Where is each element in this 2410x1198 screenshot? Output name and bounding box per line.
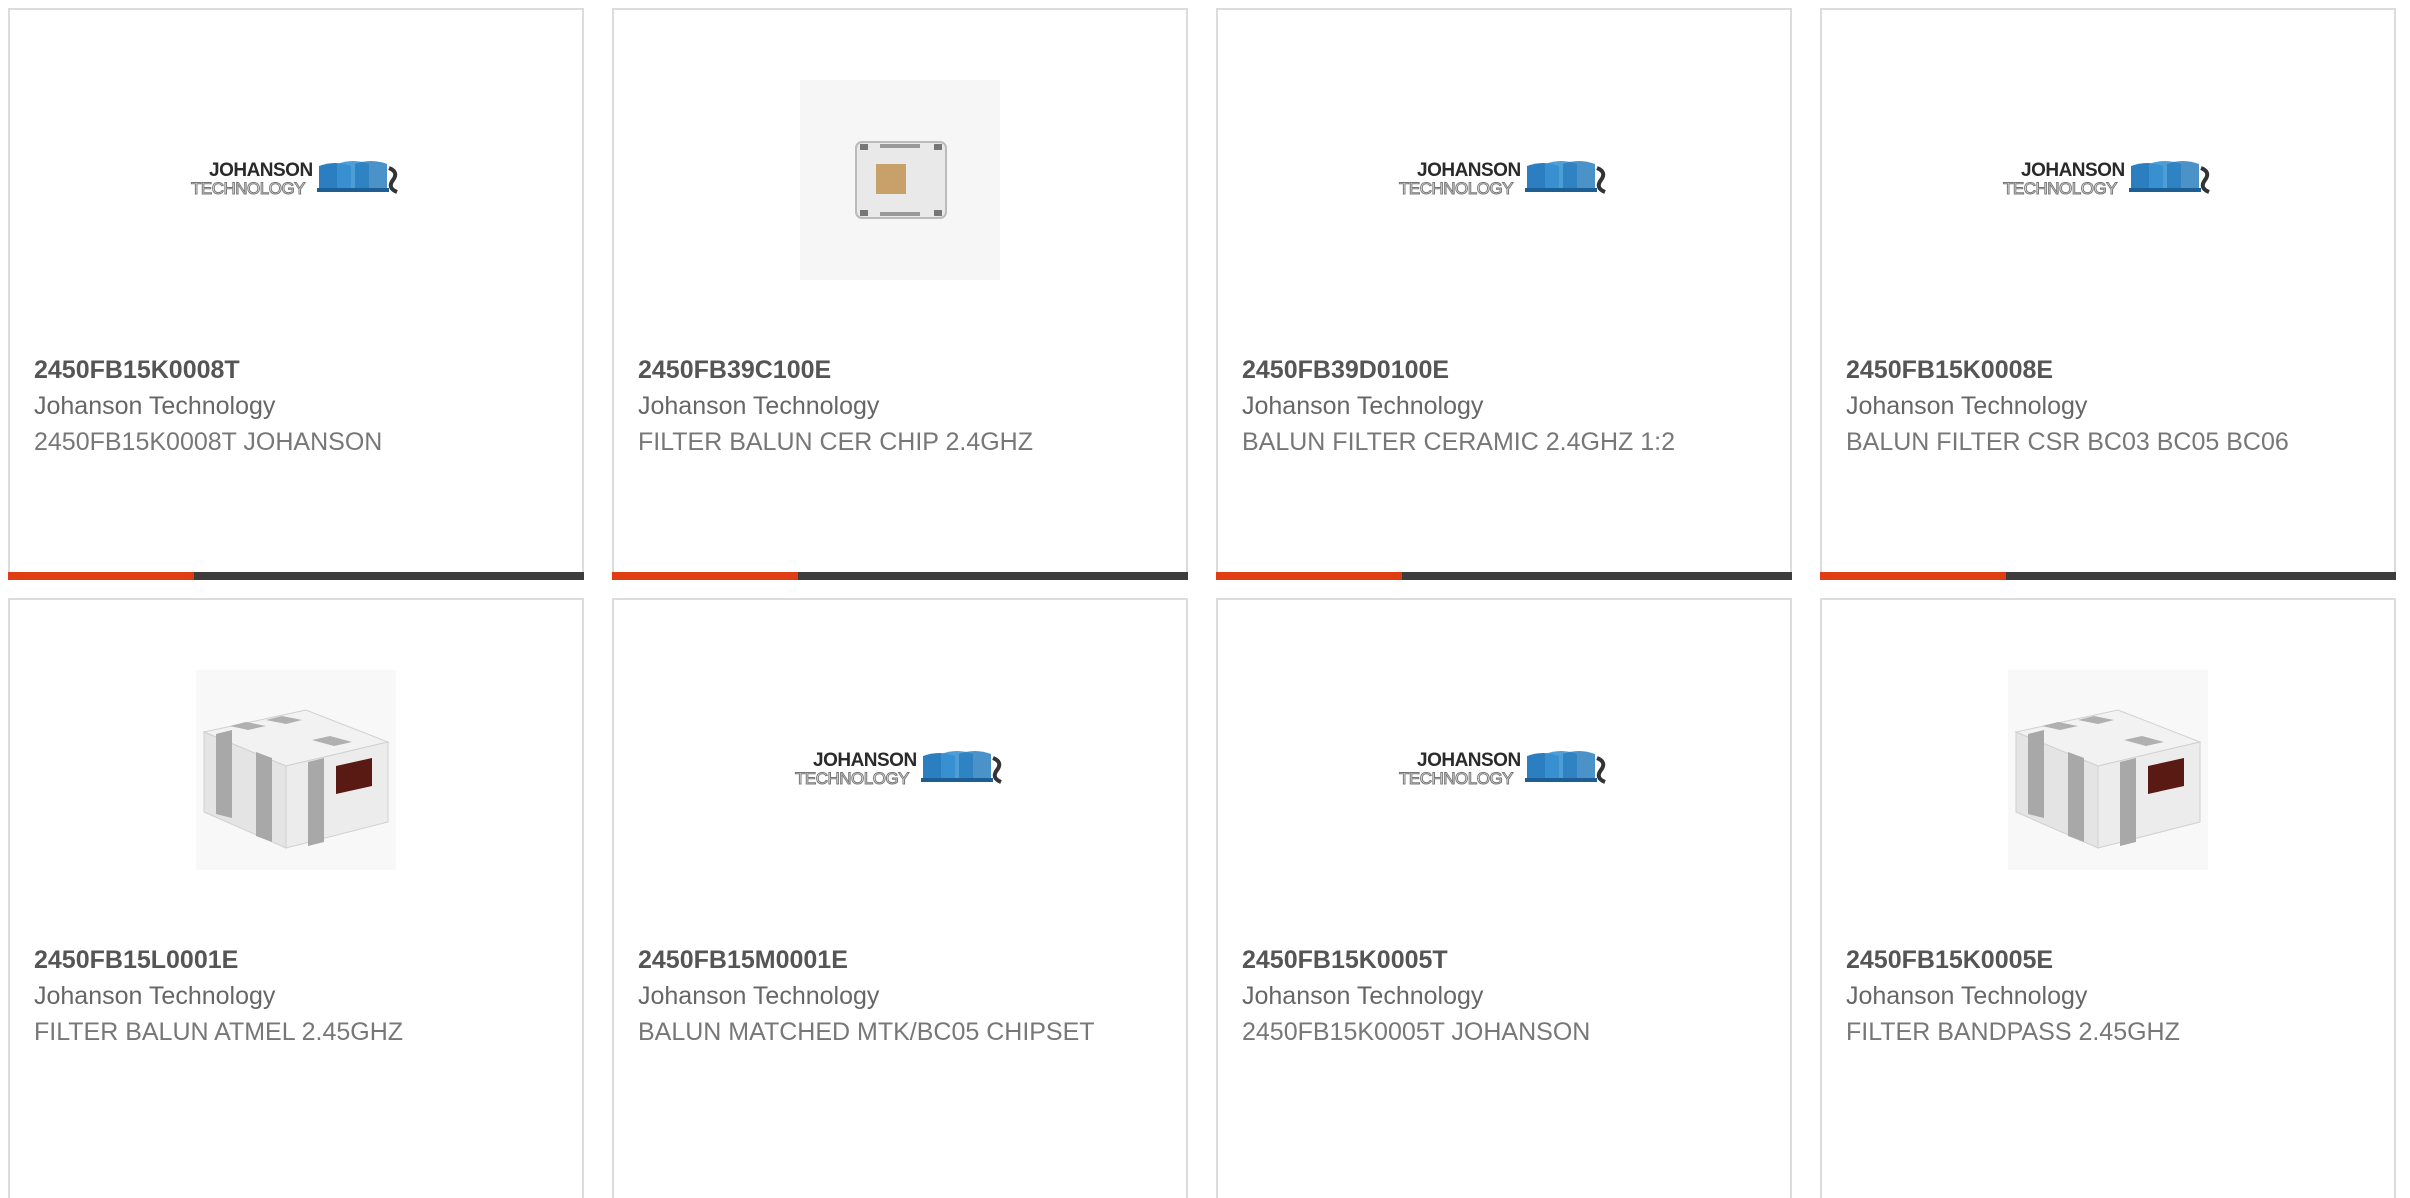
card-bottom-bar — [8, 572, 584, 580]
product-image[interactable] — [1822, 670, 2394, 870]
product-image[interactable]: JOHANSON TECHNOLOGY — [614, 670, 1186, 870]
johanson-logo-icon: JOHANSON TECHNOLOGY — [190, 158, 401, 202]
manufacturer-name: Johanson Technology — [638, 392, 880, 420]
product-description: FILTER BALUN CER CHIP 2.4GHZ — [638, 428, 1033, 456]
product-image[interactable]: JOHANSON TECHNOLOGY — [1218, 670, 1790, 870]
product-description: BALUN MATCHED MTK/BC05 CHIPSET — [638, 1018, 1095, 1046]
product-card[interactable]: 2450FB39C100E Johanson Technology FILTER… — [612, 8, 1188, 580]
card-bottom-bar — [1216, 572, 1792, 580]
product-description: BALUN FILTER CSR BC03 BC05 BC06 — [1846, 428, 2289, 456]
product-image[interactable] — [10, 670, 582, 870]
johanson-logo-icon: JOHANSON TECHNOLOGY — [1398, 158, 1609, 202]
part-number-link[interactable]: 2450FB39C100E — [638, 352, 1162, 388]
product-description: FILTER BANDPASS 2.45GHZ — [1846, 1018, 2180, 1046]
manufacturer-name: Johanson Technology — [638, 982, 880, 1010]
balun-photo-icon — [2008, 670, 2208, 870]
card-accent-bar — [1820, 572, 2006, 580]
balun-photo-icon — [196, 670, 396, 870]
product-card[interactable]: JOHANSON TECHNOLOGY 2450FB15K0005T Johan… — [1216, 598, 1792, 1198]
part-number-link[interactable]: 2450FB15K0008T — [34, 352, 558, 388]
part-number-link[interactable]: 2450FB15K0005T — [1242, 942, 1766, 978]
part-number-link[interactable]: 2450FB15K0008E — [1846, 352, 2370, 388]
product-image[interactable]: JOHANSON TECHNOLOGY — [10, 80, 582, 280]
manufacturer-name: Johanson Technology — [34, 982, 276, 1010]
product-description: FILTER BALUN ATMEL 2.45GHZ — [34, 1018, 404, 1046]
manufacturer-name: Johanson Technology — [1242, 392, 1484, 420]
manufacturer-name: Johanson Technology — [1242, 982, 1484, 1010]
card-bottom-bar — [1820, 572, 2396, 580]
product-card[interactable]: JOHANSON TECHNOLOGY 2450FB15K0008T Johan… — [8, 8, 584, 580]
product-image[interactable]: JOHANSON TECHNOLOGY — [1822, 80, 2394, 280]
product-card[interactable]: JOHANSON TECHNOLOGY 2450FB39D0100E Johan… — [1216, 8, 1792, 580]
product-card[interactable]: 2450FB15L0001E Johanson Technology FILTE… — [8, 598, 584, 1198]
manufacturer-name: Johanson Technology — [34, 392, 276, 420]
product-grid: JOHANSON TECHNOLOGY 2450FB15K0008T Johan… — [0, 0, 2410, 1198]
part-number-link[interactable]: 2450FB15L0001E — [34, 942, 558, 978]
card-accent-bar — [8, 572, 194, 580]
product-description: 2450FB15K0005T JOHANSON — [1242, 1018, 1591, 1046]
card-accent-bar — [1216, 572, 1402, 580]
manufacturer-name: Johanson Technology — [1846, 982, 2088, 1010]
product-card[interactable]: JOHANSON TECHNOLOGY 2450FB15M0001E Johan… — [612, 598, 1188, 1198]
card-bottom-bar — [612, 572, 1188, 580]
chip-photo-icon — [800, 80, 1000, 280]
product-image[interactable]: JOHANSON TECHNOLOGY — [1218, 80, 1790, 280]
product-card[interactable]: 2450FB15K0005E Johanson Technology FILTE… — [1820, 598, 2396, 1198]
johanson-logo-icon: JOHANSON TECHNOLOGY — [1398, 748, 1609, 792]
card-accent-bar — [612, 572, 798, 580]
product-card[interactable]: JOHANSON TECHNOLOGY 2450FB15K0008E Johan… — [1820, 8, 2396, 580]
part-number-link[interactable]: 2450FB39D0100E — [1242, 352, 1766, 388]
part-number-link[interactable]: 2450FB15M0001E — [638, 942, 1162, 978]
part-number-link[interactable]: 2450FB15K0005E — [1846, 942, 2370, 978]
johanson-logo-icon: JOHANSON TECHNOLOGY — [794, 748, 1005, 792]
manufacturer-name: Johanson Technology — [1846, 392, 2088, 420]
product-description: BALUN FILTER CERAMIC 2.4GHZ 1:2 — [1242, 428, 1675, 456]
johanson-logo-icon: JOHANSON TECHNOLOGY — [2002, 158, 2213, 202]
product-description: 2450FB15K0008T JOHANSON — [34, 428, 383, 456]
product-image[interactable] — [614, 80, 1186, 280]
